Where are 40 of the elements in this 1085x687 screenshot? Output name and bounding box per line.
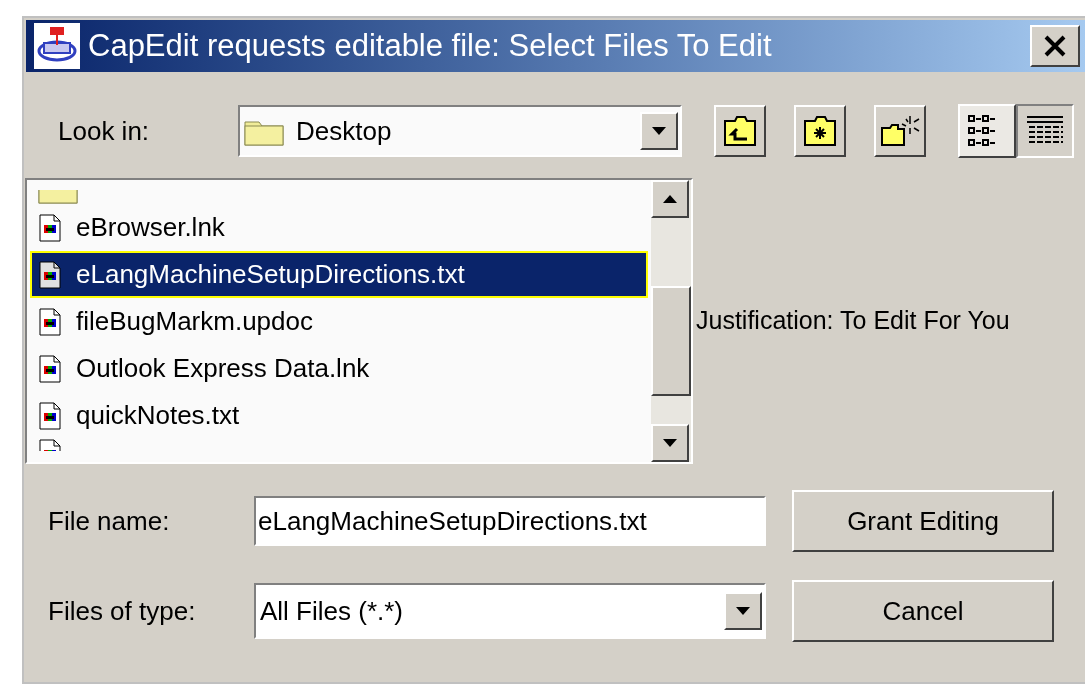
close-icon: [1043, 34, 1067, 58]
justification-text: Justification: To Edit For You: [696, 305, 1010, 337]
file-list-item[interactable]: eLangMachineSetupDirections.txt: [30, 251, 648, 298]
down-arrow-icon: [735, 606, 751, 616]
folder-up-icon: [723, 115, 757, 147]
file-list-item[interactable]: quickNotes.txt: [30, 392, 648, 439]
up-folder-button[interactable]: [714, 105, 766, 157]
file-name-label: File name:: [48, 504, 171, 538]
scroll-thumb[interactable]: [651, 286, 691, 396]
file-type-dropdown[interactable]: All Files (*.*): [254, 583, 766, 639]
new-folder-button[interactable]: [874, 105, 926, 157]
file-list-item[interactable]: fileBugMarkm.updoc: [30, 298, 648, 345]
window-title: CapEdit requests editable file: Select Files To Edit: [88, 26, 772, 65]
down-arrow-icon: [651, 126, 667, 136]
scroll-down-button[interactable]: [651, 424, 689, 462]
dropdown-arrow-button[interactable]: [640, 112, 678, 150]
close-button[interactable]: [1030, 25, 1080, 67]
scrollbar[interactable]: [651, 180, 691, 462]
file-type-label: Files of type:: [48, 594, 197, 628]
down-arrow-icon: [662, 438, 678, 448]
view-mode-toggle[interactable]: [1016, 104, 1074, 158]
home-folder-button[interactable]: [794, 105, 846, 157]
folder-star-icon: [803, 115, 837, 147]
file-icon: [38, 354, 62, 383]
app-icon: [34, 23, 80, 69]
grant-editing-button[interactable]: Grant Editing: [792, 490, 1054, 552]
cancel-button[interactable]: Cancel: [792, 580, 1054, 642]
file-icon: [38, 260, 62, 289]
file-icon: [38, 401, 62, 430]
file-list-item[interactable]: Outlook Express Data.lnk: [30, 345, 648, 392]
up-arrow-icon: [662, 194, 678, 204]
look-in-dropdown[interactable]: Desktop: [238, 105, 682, 157]
dropdown-arrow-button[interactable]: [724, 592, 762, 630]
look-in-label: Look in:: [58, 114, 151, 148]
scroll-up-button[interactable]: [651, 180, 689, 218]
file-icon: [38, 213, 62, 242]
file-icon: [38, 307, 62, 336]
file-name-field[interactable]: eLangMachineSetupDirections.txt: [254, 496, 766, 546]
new-folder-icon: [880, 114, 920, 148]
file-list-item[interactable]: eBrowser.lnk: [30, 204, 648, 251]
